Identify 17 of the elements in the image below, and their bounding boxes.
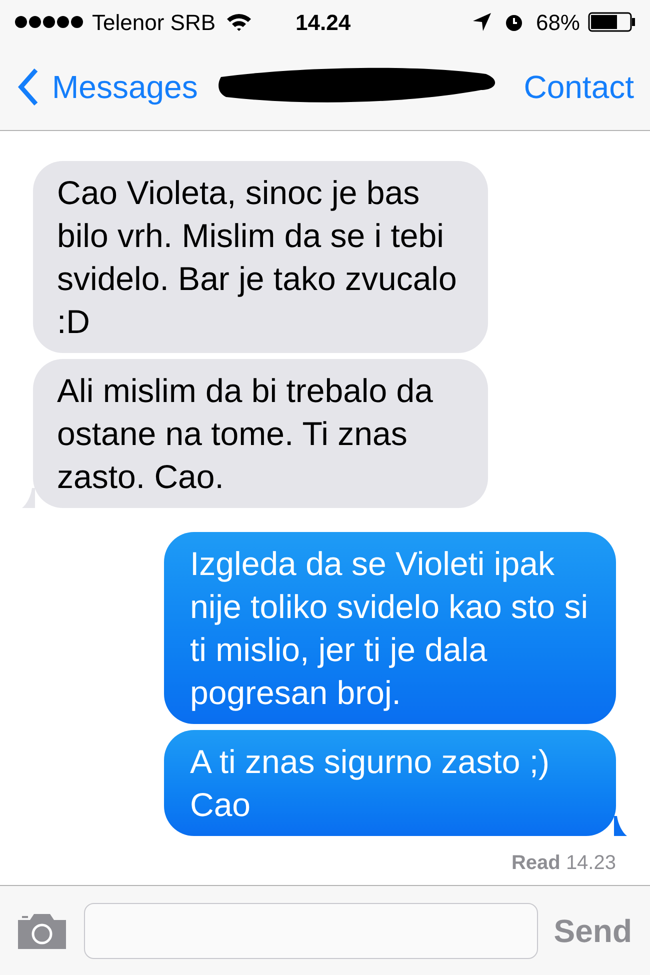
battery-percent: 68%: [536, 8, 580, 36]
location-arrow-icon: [472, 12, 492, 32]
message-bubble: Cao Violeta, sinoc je bas bilo vrh. Mislim da se i tebi svidelo. Bar je tako zvucalo :D: [33, 161, 488, 353]
clock-time: 14.24: [296, 8, 351, 36]
message-bubble: Izgleda da se Violeti ipak nije toliko svidelo kao sto si ti mislio, jer ti je dala pogresan broj.: [164, 532, 616, 724]
message-input-field[interactable]: [84, 902, 538, 958]
wifi-icon: [226, 12, 252, 32]
bubble-tail-icon: [22, 488, 35, 508]
bubble-tail-icon: [614, 816, 627, 836]
contact-button[interactable]: Contact: [524, 63, 634, 111]
alarm-clock-icon: [504, 12, 524, 32]
battery-icon: [588, 12, 636, 32]
carrier-name: Telenor SRB: [92, 8, 216, 36]
signal-icon: [14, 15, 84, 29]
chevron-left-icon: [16, 67, 40, 107]
read-receipt: Read 14.23: [511, 851, 616, 876]
back-button[interactable]: Messages: [16, 63, 198, 111]
